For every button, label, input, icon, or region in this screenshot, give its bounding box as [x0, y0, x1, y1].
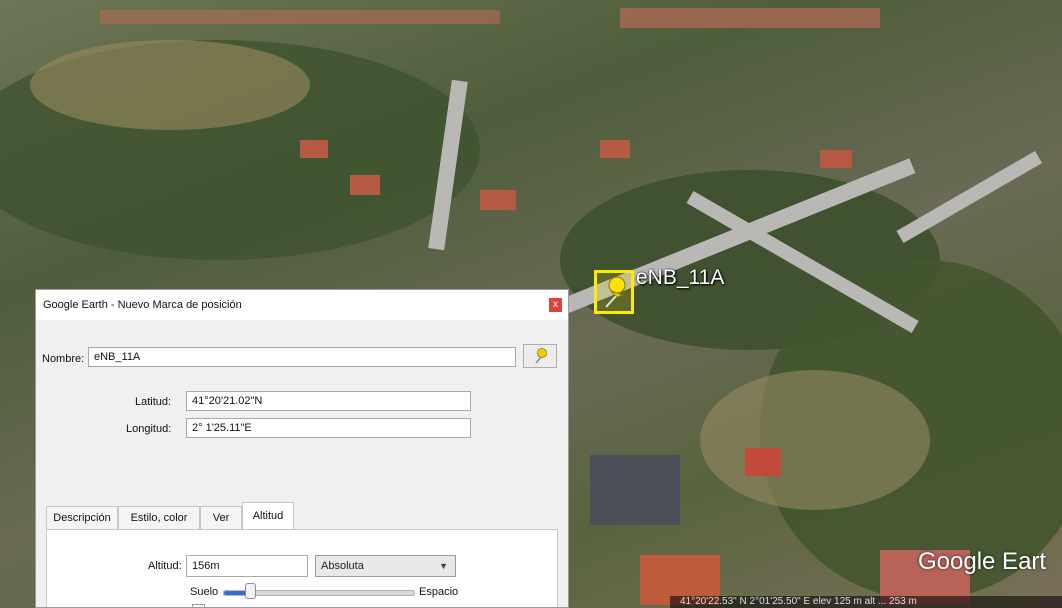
altitude-slider-handle[interactable]	[244, 583, 256, 599]
placemark-pin-icon[interactable]	[594, 270, 634, 314]
altitude-mode-select[interactable]: Absoluta ▼	[315, 555, 456, 577]
house	[590, 455, 680, 525]
google-earth-watermark: Google Eart	[918, 548, 1047, 575]
dialog-title: Google Earth - Nuevo Marca de posición	[43, 299, 242, 311]
new-placemark-dialog: Google Earth - Nuevo Marca de posición x…	[35, 289, 569, 608]
pushpin-icon	[605, 276, 626, 308]
road	[896, 150, 1043, 244]
dry-field	[30, 40, 310, 130]
placemark-icon-button[interactable]	[523, 344, 557, 368]
house	[820, 150, 852, 168]
house	[600, 140, 630, 158]
chevron-down-icon: ▼	[439, 561, 448, 571]
slider-space-label: Espacio	[419, 586, 459, 598]
altitude-label: Altitud:	[148, 560, 182, 572]
coordinates-status-bar: 41°20'22.53" N 2°01'25.50" E elev 125 m …	[670, 596, 1062, 608]
longitude-field[interactable]: 2° 1'25.11"E	[186, 418, 471, 438]
name-label: Nombre:	[42, 353, 85, 365]
extend-to-ground-checkbox[interactable]	[192, 604, 205, 607]
house	[620, 8, 880, 28]
placemark-label: eNB_11A	[636, 266, 725, 289]
tab-descripcion[interactable]: Descripción	[46, 506, 118, 529]
house	[100, 10, 500, 24]
latitude-field[interactable]: 41°20'21.02"N	[186, 391, 471, 411]
close-button[interactable]: x	[549, 298, 562, 312]
house	[745, 448, 781, 476]
house	[350, 175, 380, 195]
dialog-titlebar[interactable]: Google Earth - Nuevo Marca de posición x	[36, 290, 568, 320]
latitude-label: Latitud:	[135, 396, 172, 408]
altitude-field[interactable]: 156m	[186, 555, 308, 577]
house	[480, 190, 516, 210]
name-field[interactable]: eNB_11A	[88, 347, 516, 367]
longitude-label: Longitud:	[126, 423, 172, 435]
yellow-pushpin-icon	[535, 348, 547, 364]
dry-field	[700, 370, 930, 510]
tab-estilo-color[interactable]: Estilo, color	[118, 506, 200, 529]
tab-ver[interactable]: Ver	[200, 506, 242, 529]
slider-ground-label: Suelo	[190, 586, 219, 598]
house	[300, 140, 328, 158]
altitude-mode-value: Absoluta	[321, 560, 364, 572]
tab-altitud[interactable]: Altitud	[242, 502, 294, 530]
